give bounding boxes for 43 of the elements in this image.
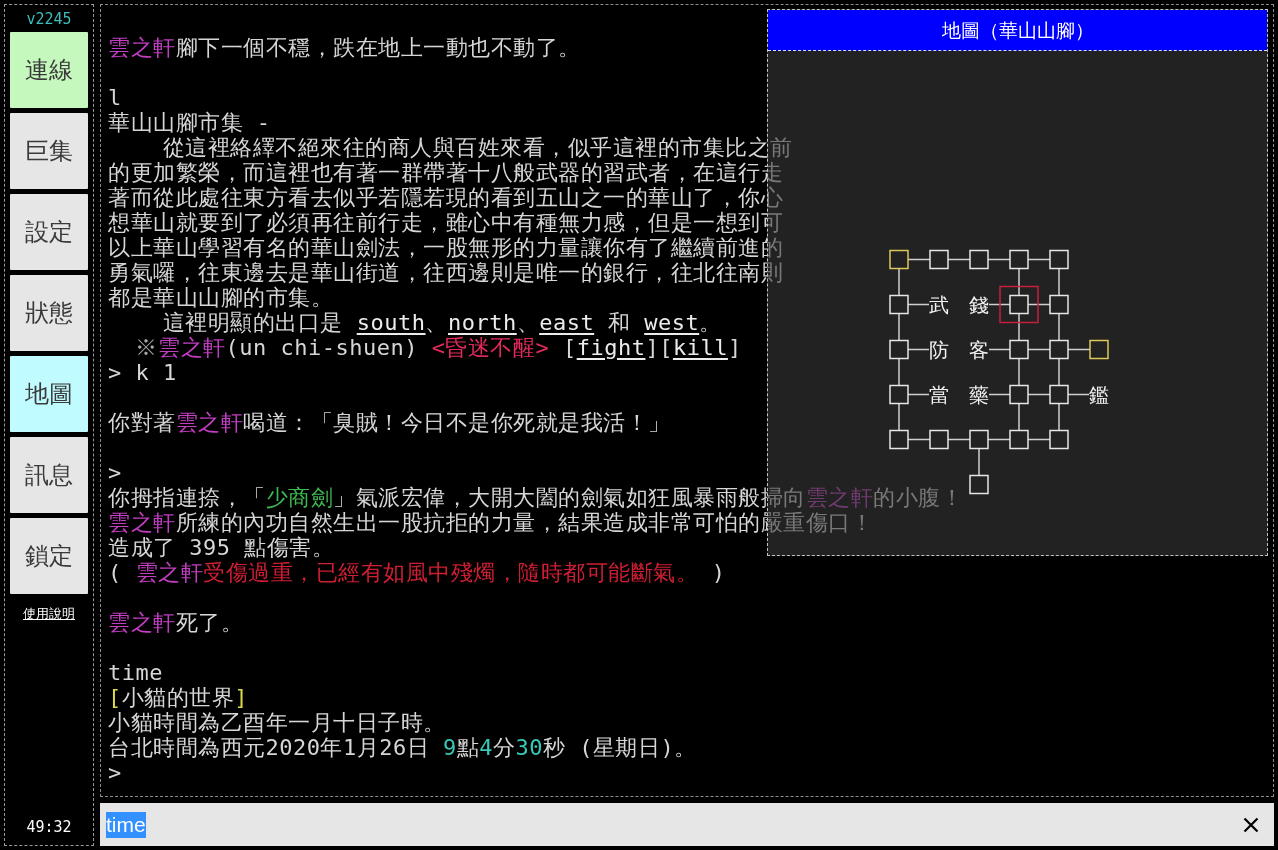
help-link[interactable]: 使用說明 xyxy=(23,606,75,622)
map-label: 藥 xyxy=(969,382,989,407)
log-line: [小貓的世界] xyxy=(108,684,248,710)
map-label: 錢 xyxy=(969,292,989,317)
log-line: 華山山腳市集 - xyxy=(108,109,271,135)
log-line: 雲之軒腳下一個不穩，跌在地上一動也不動了。 xyxy=(108,34,581,60)
sidebar-button[interactable]: 連線 xyxy=(10,32,88,108)
sidebar-button[interactable]: 狀態 xyxy=(10,275,88,351)
log-line: ※雲之軒(un chi-shuen) <昏迷不醒> [fight][kill] xyxy=(134,334,742,360)
log-line: 雲之軒死了。 xyxy=(108,609,243,635)
sidebar-button[interactable]: 地圖 xyxy=(10,356,88,432)
sidebar-button[interactable]: 鎖定 xyxy=(10,518,88,594)
log-line: > xyxy=(108,459,122,485)
sidebar-button[interactable]: 設定 xyxy=(10,194,88,270)
session-timer: 49:32 xyxy=(26,818,72,836)
log-line: > xyxy=(108,759,122,785)
log-line: 你拇指連捺，「少商劍」氣派宏偉，大開大闔的劍氣如狂風暴雨般掃向 雲之軒的小腹！ xyxy=(108,484,963,510)
map-label: 客 xyxy=(969,337,989,362)
log-line: 造成了 395 點傷害。 xyxy=(108,534,335,560)
map-label: 當 xyxy=(929,382,949,407)
map-label: 防 xyxy=(929,337,949,362)
command-link[interactable]: south xyxy=(356,309,426,335)
sidebar-button[interactable]: 巨集 xyxy=(10,113,88,189)
command-link[interactable]: fight xyxy=(576,334,646,360)
command-link[interactable]: east xyxy=(539,309,595,335)
command-link[interactable]: north xyxy=(447,309,517,335)
log-line: 雲之軒所練的內功自然生出一股抗拒的力量，結果造成非常可怕的嚴重傷口！ xyxy=(108,509,873,535)
sidebar-button[interactable]: 訊息 xyxy=(10,437,88,513)
log-line: ( 雲之軒受傷過重，已經有如風中殘燭，隨時都可能斷氣。 ) xyxy=(108,559,726,585)
command-link[interactable]: kill xyxy=(672,334,728,360)
map-label: 鑑 xyxy=(1089,382,1109,407)
log-line: 小貓時間為乙酉年一月十日子時。 xyxy=(108,709,446,735)
close-icon xyxy=(1243,816,1259,833)
log-line: l xyxy=(108,84,122,110)
map-label: 武 xyxy=(929,292,949,317)
map-title: 地圖（華山山腳） xyxy=(768,10,1267,51)
log-line: > k 1 xyxy=(108,359,177,385)
log-line: time xyxy=(108,659,163,685)
log-line: 你對著雲之軒喝道：「臭賊！今日不是你死就是我活！」 xyxy=(108,409,671,435)
log-line: 台北時間為西元2020年1月26日 9點4分30秒 (星期日)。 xyxy=(108,734,697,760)
log-line: 這裡明顯的出口是 south、north、east 和 west。 xyxy=(161,309,722,335)
command-link[interactable]: west xyxy=(644,309,700,335)
version-label: v2245 xyxy=(26,10,72,28)
